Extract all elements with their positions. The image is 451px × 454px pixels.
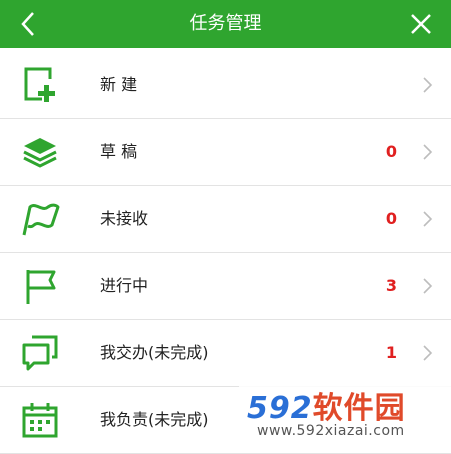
close-button[interactable] [397,0,445,48]
menu-item-label: 我交办(未完成) [100,343,209,362]
chevron-right-icon [423,77,433,93]
menu-item-label: 未接收 [100,209,149,228]
menu-item-label: 我负责(未完成) [100,410,209,429]
menu-item-new[interactable]: 新 建 [0,52,451,119]
layers-icon [23,138,57,168]
site-watermark: 592软件园 www.592xiazai.com [239,379,451,445]
calendar-icon [22,403,58,438]
add-task-icon [24,67,55,102]
flag-icon [26,270,56,304]
watermark-logo-number: 592 [247,391,313,426]
watermark-logo-text: 软件园 [312,391,406,426]
menu-item-label: 草 稿 [100,142,138,161]
menu-item-count: 1 [385,343,397,362]
menu-item-drafts[interactable]: 草 稿 0 [0,119,451,186]
title-bar: 任务管理 [0,0,451,48]
menu-item-count: 3 [385,276,397,295]
chevron-left-icon [21,12,34,36]
flag-wave-icon [22,203,60,236]
watermark-url: www.592xiazai.com [257,423,405,439]
chevron-right-icon [423,278,433,294]
chevron-right-icon [423,211,433,227]
chevron-right-icon [423,345,433,361]
watermark-logo: 592软件园 [247,383,406,427]
menu-item-label: 新 建 [100,75,138,94]
menu-item-unreceived[interactable]: 未接收 0 [0,186,451,253]
menu-item-count: 0 [385,142,397,161]
menu-item-assigned-by-me[interactable]: 我交办(未完成) 1 [0,320,451,387]
menu-item-in-progress[interactable]: 进行中 3 [0,253,451,320]
page-title: 任务管理 [189,13,262,34]
chevron-right-icon [423,144,433,160]
back-button[interactable] [4,0,52,48]
menu-item-count: 0 [385,209,397,228]
chat-bubbles-icon [22,335,58,371]
menu-item-label: 进行中 [100,276,149,295]
close-icon [411,14,431,34]
